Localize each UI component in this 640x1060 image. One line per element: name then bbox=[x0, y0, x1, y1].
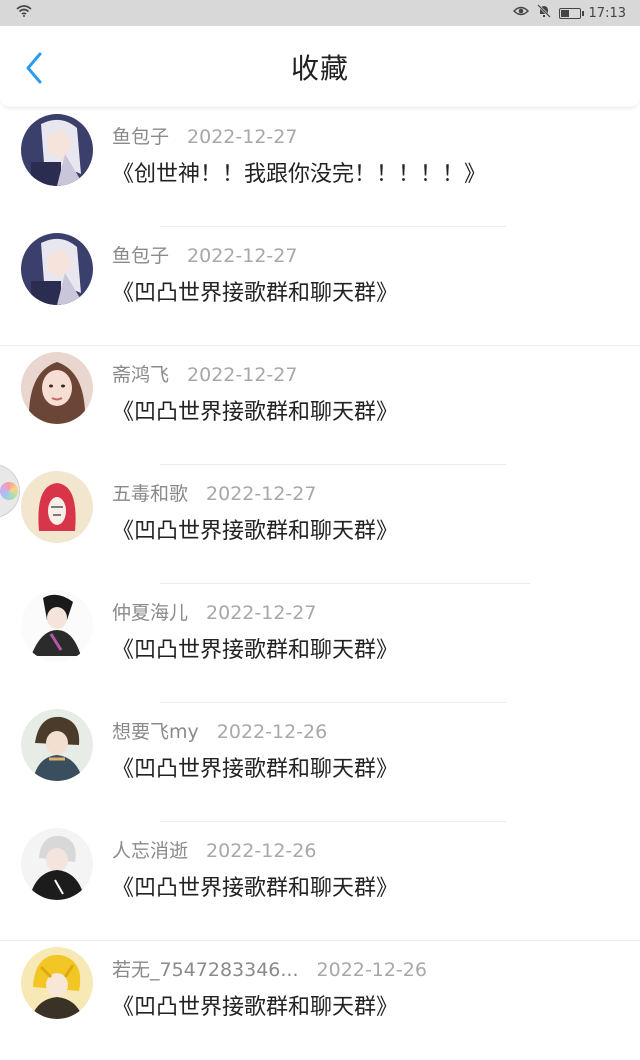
avatar[interactable] bbox=[21, 233, 93, 305]
item-title[interactable]: 《凹凸世界接歌群和聊天群》 bbox=[112, 513, 398, 545]
list-item[interactable]: 五毒和歌 2022-12-27 《凹凸世界接歌群和聊天群》 bbox=[0, 465, 640, 584]
item-title[interactable]: 《凹凸世界接歌群和聊天群》 bbox=[112, 989, 398, 1021]
page-title: 收藏 bbox=[290, 51, 349, 85]
author-name[interactable]: 五毒和歌 bbox=[112, 479, 188, 506]
author-name[interactable]: 人忘消逝 bbox=[112, 836, 188, 863]
item-meta: 人忘消逝 2022-12-26 bbox=[112, 836, 316, 863]
item-meta: 鱼包子 2022-12-27 bbox=[112, 122, 297, 149]
list-item[interactable]: 仲夏海儿 2022-12-27 《凹凸世界接歌群和聊天群》 bbox=[0, 584, 640, 703]
post-date: 2022-12-27 bbox=[187, 245, 298, 267]
header-bar: 收藏 bbox=[0, 26, 640, 108]
item-title[interactable]: 《凹凸世界接歌群和聊天群》 bbox=[112, 751, 398, 783]
post-date: 2022-12-27 bbox=[206, 602, 317, 624]
status-bar: 17:13 bbox=[0, 0, 640, 26]
list-item[interactable]: 想要飞my 2022-12-26 《凹凸世界接歌群和聊天群》 bbox=[0, 703, 640, 822]
author-name[interactable]: 鱼包子 bbox=[112, 122, 169, 149]
status-time: 17:13 bbox=[588, 5, 626, 21]
item-title[interactable]: 《创世神！！我跟你没完！！！！！》 bbox=[112, 156, 486, 188]
author-name[interactable]: 想要飞my bbox=[112, 717, 199, 744]
list-item[interactable]: 人忘消逝 2022-12-26 《凹凸世界接歌群和聊天群》 bbox=[0, 822, 640, 941]
item-meta: 想要飞my 2022-12-26 bbox=[112, 717, 327, 744]
mute-icon bbox=[536, 4, 551, 22]
eye-icon bbox=[512, 5, 529, 21]
avatar[interactable] bbox=[21, 352, 93, 424]
author-name[interactable]: 斋鸿飞 bbox=[112, 360, 169, 387]
avatar[interactable] bbox=[21, 590, 93, 662]
list-item[interactable]: 鱼包子 2022-12-27 《凹凸世界接歌群和聊天群》 bbox=[0, 227, 640, 346]
battery-icon bbox=[558, 7, 584, 19]
assistant-icon bbox=[0, 482, 18, 500]
author-name[interactable]: 鱼包子 bbox=[112, 241, 169, 268]
item-meta: 鱼包子 2022-12-27 bbox=[112, 241, 297, 268]
avatar[interactable] bbox=[21, 114, 93, 186]
item-meta: 五毒和歌 2022-12-27 bbox=[112, 479, 316, 506]
item-meta: 仲夏海儿 2022-12-27 bbox=[112, 598, 316, 625]
chevron-left-icon bbox=[26, 52, 42, 84]
wifi-icon bbox=[16, 5, 32, 21]
post-date: 2022-12-27 bbox=[206, 483, 317, 505]
avatar[interactable] bbox=[21, 947, 93, 1019]
item-title[interactable]: 《凹凸世界接歌群和聊天群》 bbox=[112, 870, 398, 902]
post-date: 2022-12-27 bbox=[187, 126, 298, 148]
post-date: 2022-12-26 bbox=[216, 721, 328, 743]
list-item[interactable]: 鱼包子 2022-12-27 《创世神！！我跟你没完！！！！！》 bbox=[0, 108, 640, 227]
item-title[interactable]: 《凹凸世界接歌群和聊天群》 bbox=[112, 632, 398, 664]
item-meta: 斋鸿飞 2022-12-27 bbox=[112, 360, 297, 387]
back-button[interactable] bbox=[18, 50, 50, 86]
item-meta: 若无_7547283346... 2022-12-26 bbox=[112, 955, 427, 982]
item-title[interactable]: 《凹凸世界接歌群和聊天群》 bbox=[112, 394, 398, 426]
avatar[interactable] bbox=[21, 828, 93, 900]
avatar[interactable] bbox=[21, 471, 93, 543]
post-date: 2022-12-27 bbox=[187, 364, 298, 386]
item-title[interactable]: 《凹凸世界接歌群和聊天群》 bbox=[112, 275, 398, 307]
author-name[interactable]: 仲夏海儿 bbox=[112, 598, 188, 625]
author-name[interactable]: 若无_7547283346... bbox=[112, 955, 299, 982]
post-date: 2022-12-26 bbox=[206, 840, 317, 862]
list-item[interactable]: 若无_7547283346... 2022-12-26 《凹凸世界接歌群和聊天群… bbox=[0, 941, 640, 1060]
post-date: 2022-12-26 bbox=[316, 959, 427, 981]
favorites-list: 鱼包子 2022-12-27 《创世神！！我跟你没完！！！！！》 鱼包子 202… bbox=[0, 108, 640, 1060]
list-item[interactable]: 斋鸿飞 2022-12-27 《凹凸世界接歌群和聊天群》 bbox=[0, 346, 640, 465]
avatar[interactable] bbox=[21, 709, 93, 781]
